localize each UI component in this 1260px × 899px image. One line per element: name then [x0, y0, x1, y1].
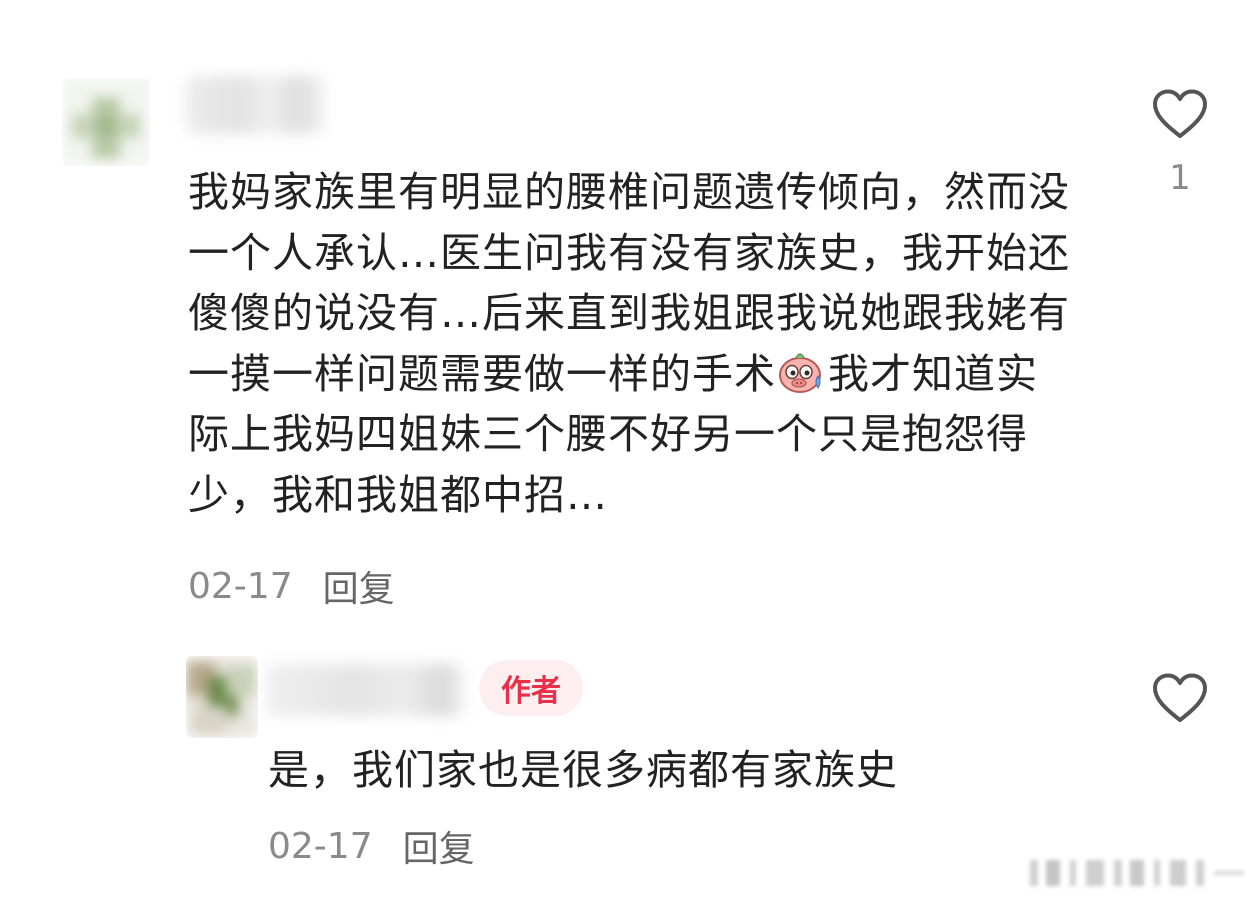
watermark-decoration	[1030, 860, 1250, 886]
comment-meta: 02-17 回复	[188, 560, 395, 612]
author-badge: 作者	[479, 660, 583, 716]
reply-button[interactable]: 回复	[403, 820, 475, 872]
reply-button[interactable]: 回复	[323, 560, 395, 612]
heart-outline-icon	[1151, 88, 1209, 144]
username-blurred[interactable]	[266, 664, 464, 716]
comment-date: 02-17	[188, 565, 293, 607]
comment-text: 我妈家族里有明显的腰椎问题遗传倾向，然而没一个人承认…医生问我有没有家族史，我开…	[188, 162, 1078, 525]
reply-text: 是，我们家也是很多病都有家族史	[268, 746, 898, 794]
username-blurred[interactable]	[186, 76, 324, 134]
reply-meta: 02-17 回复	[268, 820, 475, 872]
like-button[interactable]	[1149, 672, 1211, 728]
reply-date: 02-17	[268, 825, 373, 867]
heart-outline-icon	[1151, 672, 1209, 728]
like-count: 1	[1169, 158, 1191, 198]
avatar-mosaic	[62, 78, 150, 166]
avatar[interactable]	[186, 656, 258, 738]
like-button[interactable]: 1	[1149, 88, 1211, 198]
sweating-pig-emoji-icon	[776, 346, 826, 396]
avatar[interactable]	[62, 78, 150, 166]
avatar-mosaic	[186, 656, 258, 738]
